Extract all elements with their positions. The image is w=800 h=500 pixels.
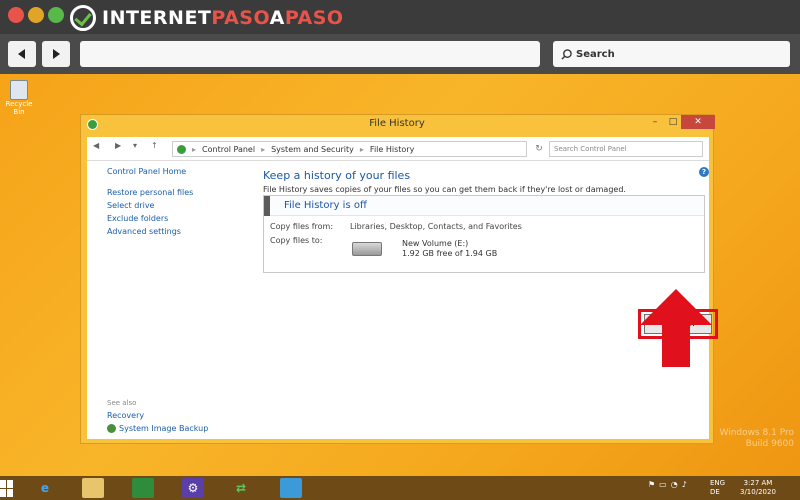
site-header: INTERNETPASOAPASO	[0, 0, 800, 34]
network-icon[interactable]: ▭	[659, 480, 667, 489]
internet-explorer-icon[interactable]: e	[34, 478, 56, 498]
site-logo[interactable]: INTERNETPASOAPASO	[70, 5, 344, 31]
file-explorer-icon[interactable]	[82, 478, 104, 498]
status-indicator	[264, 196, 270, 216]
notification-flag-icon[interactable]: ⚑	[648, 480, 655, 489]
sidebar-item-recovery[interactable]: Recovery	[107, 411, 144, 420]
file-history-window: File History – □ ✕ ◀ ▶ ▾ ↑ ▸ Control Pan…	[80, 114, 718, 444]
desktop-icon-recycle-bin[interactable]: Recycle Bin	[2, 80, 36, 116]
close-dot[interactable]	[8, 7, 24, 23]
volume-icon[interactable]: ♪	[682, 480, 687, 489]
site-search[interactable]: Search	[553, 41, 790, 67]
search-label: Search	[576, 48, 615, 60]
copy-to-label: Copy files to:	[270, 236, 323, 245]
help-icon[interactable]: ?	[699, 167, 709, 177]
window-content: Control Panel Home Restore personal file…	[87, 161, 718, 439]
maximize-button[interactable]: □	[665, 115, 681, 129]
copy-from-label: Copy files from:	[270, 222, 334, 231]
breadcrumb-system-security[interactable]: System and Security	[271, 145, 354, 154]
arrow-right-icon	[53, 49, 60, 59]
address-bar: Search	[0, 34, 800, 74]
page-title: Keep a history of your files	[263, 169, 411, 182]
system-tray: ⚑ ▭ ◔ ♪	[648, 480, 687, 489]
window-titlebar[interactable]: File History – □ ✕	[81, 115, 715, 135]
recent-dropdown-icon[interactable]: ▾	[133, 141, 137, 150]
settings-gear-icon[interactable]: ⚙	[182, 478, 204, 498]
desktop-icon-label: Recycle Bin	[5, 100, 33, 116]
sidebar-item-home[interactable]: Control Panel Home	[107, 167, 186, 176]
desktop: Recycle Bin File History – □ ✕ ◀ ▶ ▾ ↑ ▸…	[0, 74, 800, 476]
shield-icon	[107, 424, 116, 433]
recycle-bin-icon	[10, 80, 28, 100]
breadcrumb[interactable]: ▸ Control Panel ▸ System and Security ▸ …	[172, 141, 527, 157]
forward-nav-icon[interactable]: ▶	[115, 141, 121, 150]
drive-free-space: 1.92 GB free of 1.94 GB	[402, 249, 498, 258]
search-icon	[561, 48, 572, 60]
hard-drive-icon	[352, 242, 382, 256]
window-title: File History	[369, 118, 425, 129]
minimize-button[interactable]: –	[647, 115, 663, 129]
taskbar: e ⚙ ⇄ ⚑ ▭ ◔ ♪ ENG DE 3:27 AM 3/10/2020	[0, 476, 800, 500]
arrow-left-icon	[18, 49, 25, 59]
sidebar-item-advanced[interactable]: Advanced settings	[107, 227, 181, 236]
wifi-icon[interactable]: ◔	[671, 480, 678, 489]
store-icon[interactable]	[132, 478, 154, 498]
refresh-icon[interactable]: ↻	[531, 141, 547, 157]
status-title: File History is off	[284, 200, 367, 211]
remote-desktop-icon[interactable]: ⇄	[230, 478, 252, 498]
status-header: File History is off	[264, 196, 704, 216]
sidebar-item-select-drive[interactable]: Select drive	[107, 201, 154, 210]
windows-start-icon[interactable]	[0, 478, 14, 498]
back-button[interactable]	[8, 41, 36, 67]
back-nav-icon[interactable]: ◀	[93, 141, 99, 150]
control-panel-icon	[177, 144, 186, 154]
sidebar-item-system-image[interactable]: System Image Backup	[119, 424, 208, 433]
url-input[interactable]	[80, 41, 540, 67]
forward-button[interactable]	[42, 41, 70, 67]
close-button[interactable]: ✕	[681, 115, 715, 129]
page-description: File History saves copies of your files …	[263, 185, 626, 194]
breadcrumb-file-history[interactable]: File History	[370, 145, 414, 154]
clock[interactable]: 3:27 AM 3/10/2020	[740, 479, 776, 497]
drive-name: New Volume (E:)	[402, 239, 469, 248]
control-panel-taskbar-icon[interactable]	[280, 478, 302, 498]
check-logo-icon	[70, 5, 96, 31]
copy-from-value: Libraries, Desktop, Contacts, and Favori…	[350, 222, 522, 231]
minimize-dot[interactable]	[28, 7, 44, 23]
breadcrumb-control-panel[interactable]: Control Panel	[202, 145, 255, 154]
language-indicator[interactable]: ENG DE	[710, 479, 725, 497]
explorer-toolbar: ◀ ▶ ▾ ↑ ▸ Control Panel ▸ System and Sec…	[87, 137, 709, 161]
red-arrow-up-icon	[640, 289, 712, 367]
control-panel-search[interactable]: Search Control Panel	[549, 141, 703, 157]
status-panel: File History is off Copy files from: Lib…	[263, 195, 705, 273]
maximize-dot[interactable]	[48, 7, 64, 23]
sidebar-item-exclude[interactable]: Exclude folders	[107, 214, 168, 223]
see-also-heading: See also	[107, 399, 137, 407]
sidebar-item-restore[interactable]: Restore personal files	[107, 188, 193, 197]
site-name: INTERNETPASOAPASO	[102, 7, 344, 29]
windows-watermark: Windows 8.1 Pro Build 9600	[719, 428, 795, 449]
up-arrow-icon[interactable]: ↑	[151, 141, 158, 150]
